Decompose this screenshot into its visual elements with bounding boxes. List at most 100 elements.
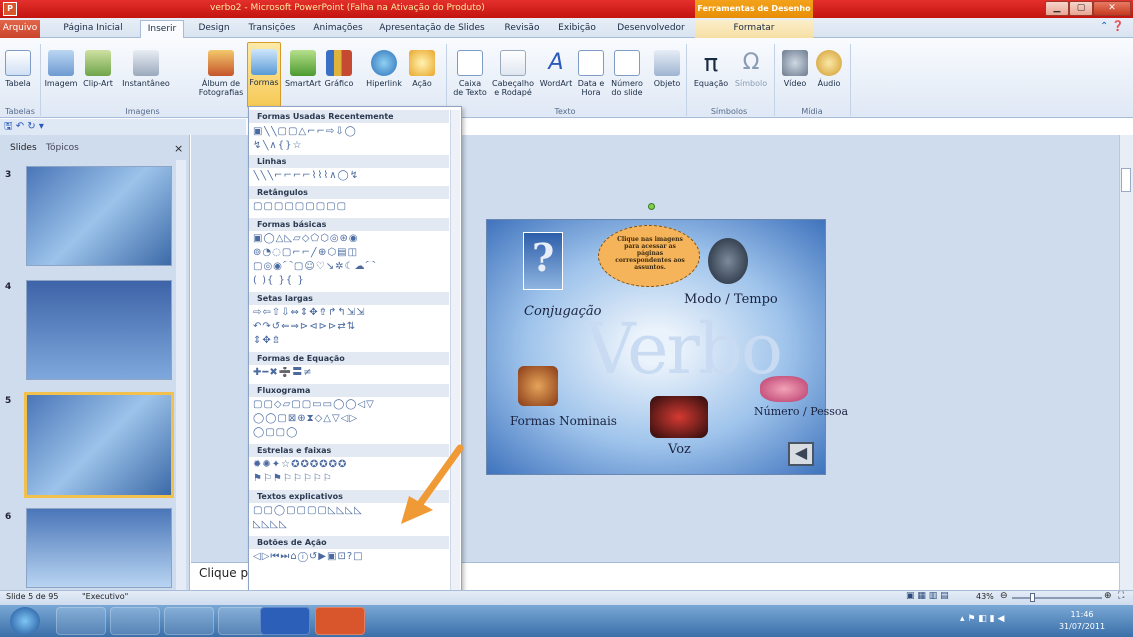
chart-button[interactable]: Gráfico — [322, 50, 356, 88]
help-icon[interactable]: ⌃ ❓ — [1100, 21, 1124, 32]
zoom-in-icon[interactable]: ⊕ — [1104, 591, 1112, 601]
powerpoint-app-icon[interactable]: P — [3, 2, 17, 16]
formas-nominais-label[interactable]: Formas Nominais — [510, 414, 617, 428]
shapes-row[interactable]: ◁▷⏮⏭⌂ⓘ↺▶▣⊡?□ — [253, 551, 448, 562]
group-label-texto: Texto — [554, 107, 576, 116]
section-rectangles: Retângulos — [249, 186, 449, 199]
children-image[interactable] — [760, 376, 808, 402]
shapes-row[interactable]: ▣◯△◺▱◇⬠⬡◎⊛◉ — [253, 233, 448, 244]
slide-thumbnail-6[interactable] — [26, 508, 172, 588]
tab-formatar[interactable]: Formatar — [695, 20, 813, 38]
clipart-button[interactable]: Clip-Art — [80, 50, 116, 88]
shapes-row[interactable]: ◯▢▢◯ — [253, 427, 448, 438]
tab-exibicao[interactable]: Exibição — [552, 20, 602, 38]
panel-scrollbar[interactable] — [176, 160, 186, 590]
screenshot-button[interactable]: Instantâneo — [118, 50, 174, 88]
minimize-button[interactable]: ▁ — [1045, 1, 1069, 16]
speaker-icon — [816, 50, 842, 76]
action-button[interactable]: Ação — [408, 50, 436, 88]
equation-button[interactable]: π Equação — [692, 50, 730, 88]
tab-transicoes[interactable]: Transições — [244, 20, 300, 38]
voz-label[interactable]: Voz — [668, 442, 691, 457]
tab-apresentacao[interactable]: Apresentação de Slides — [376, 20, 488, 38]
ribbon-separator — [850, 44, 851, 116]
quick-access-toolbar[interactable]: 🖫 ↶ ↻ ▾ — [0, 119, 246, 135]
theme-name: "Executivo" — [82, 592, 129, 601]
zoom-out-icon[interactable]: ⊖ — [1000, 591, 1008, 601]
slide-thumbnail-4[interactable] — [26, 280, 172, 380]
start-button[interactable] — [10, 607, 40, 635]
slide-number-button[interactable]: Número do slide — [608, 50, 646, 97]
shapes-row[interactable]: ▢▢◇▱▢▢▭▭◯◯◁▽ — [253, 399, 448, 410]
clock-image[interactable] — [708, 238, 748, 284]
tab-pagina-inicial[interactable]: Página Inicial — [58, 20, 128, 38]
shapes-button[interactable]: Formas — [247, 42, 281, 108]
hyperlink-button[interactable]: Hiperlink — [364, 50, 404, 88]
wordart-button[interactable]: A WordArt — [538, 50, 574, 88]
close-button[interactable]: ✕ — [1093, 1, 1131, 16]
shapes-row[interactable]: ↯╲∧{}☆ — [253, 140, 448, 151]
save-icon[interactable]: 🖫 — [4, 121, 13, 132]
zoom-level[interactable]: 43% — [976, 592, 994, 601]
shapes-row[interactable]: ╲╲╲⌐⌐⌐⌐⌇⌇⌇∧◯↯ — [253, 170, 448, 181]
slide-thumbnail-5[interactable] — [24, 392, 174, 498]
shapes-row[interactable]: ▢◎◉⌒▢☺♡↘✲☾☁⌒ — [253, 261, 448, 272]
image-button[interactable]: Imagem — [44, 50, 78, 88]
slide-thumbnail-3[interactable] — [26, 166, 172, 266]
table-button[interactable]: Tabela — [2, 50, 34, 88]
wordart-icon: A — [548, 50, 564, 75]
shapes-row[interactable]: ↶↷↺⇐⇒⊳⊲⊳⊳⇄⇅ — [253, 321, 448, 332]
date-time-button[interactable]: Data e Hora — [576, 50, 606, 97]
audio-button[interactable]: Áudio — [814, 50, 844, 88]
object-button[interactable]: Objeto — [650, 50, 684, 88]
smartart-button[interactable]: SmartArt — [284, 50, 322, 88]
close-panel-icon[interactable]: × — [174, 142, 183, 155]
shapes-row[interactable]: ⇕✥⇯ — [253, 335, 448, 346]
symbol-button[interactable]: Ω Símbolo — [732, 50, 770, 88]
back-arrow-button[interactable]: ◀ — [788, 442, 814, 466]
reading-man-image[interactable] — [518, 366, 558, 406]
tab-animacoes[interactable]: Animações — [310, 20, 366, 38]
shapes-row[interactable]: ◯◯▢⊠⊕⧗◇△▽◁▷ — [253, 413, 448, 424]
redo-icon[interactable]: ↻ — [27, 121, 35, 132]
tab-desenvolvedor[interactable]: Desenvolvedor — [612, 20, 690, 38]
zoom-slider-thumb[interactable] — [1030, 593, 1035, 602]
tab-arquivo[interactable]: Arquivo — [0, 20, 40, 38]
shapes-row[interactable]: ▢▢▢▢▢▢▢▢▢ — [253, 201, 448, 212]
singers-image[interactable] — [650, 396, 708, 438]
customize-qat-icon[interactable]: ▾ — [39, 121, 44, 132]
vertical-scrollbar[interactable] — [1119, 135, 1133, 590]
taskbar-powerpoint-icon[interactable] — [315, 607, 365, 635]
photo-album-button[interactable]: Álbum de Fotografias — [198, 50, 244, 97]
maximize-button[interactable]: ▢ — [1069, 1, 1093, 16]
tab-slides[interactable]: Slides — [10, 143, 37, 153]
taskbar-outlook-icon[interactable] — [56, 607, 106, 635]
view-buttons[interactable]: ▣ ▦ ▥ ▤ — [906, 591, 949, 601]
taskbar-folder-icon[interactable] — [164, 607, 214, 635]
shapes-row[interactable]: ⊚◔◌▢⌐⌐╱⊕⬡▤◫ — [253, 247, 448, 258]
shapes-row[interactable]: ✚━✖➗〓≠ — [253, 367, 448, 378]
zoom-slider[interactable] — [1012, 597, 1102, 599]
numero-pessoa-label[interactable]: Número / Pessoa — [754, 405, 848, 418]
tab-inserir[interactable]: Inserir — [140, 20, 184, 38]
slide-title[interactable]: Verbo — [585, 308, 783, 390]
tab-design[interactable]: Design — [194, 20, 234, 38]
video-button[interactable]: Vídeo — [780, 50, 810, 88]
undo-icon[interactable]: ↶ — [16, 121, 24, 132]
shapes-row[interactable]: ▣╲╲▢▢△⌐⌐⇨⇩◯ — [253, 126, 448, 137]
textbox-button[interactable]: Caixa de Texto — [450, 50, 490, 97]
film-icon — [782, 50, 808, 76]
group-label-imagens: Imagens — [125, 107, 160, 116]
shapes-row[interactable]: ⇨⇦⇧⇩⇔⇕✥⇮↱↰⇲⇲ — [253, 307, 448, 318]
modo-tempo-label[interactable]: Modo / Tempo — [684, 292, 778, 307]
taskbar-ie-icon[interactable] — [110, 607, 160, 635]
system-tray-icons[interactable]: ▴ ⚑ ◧ ▮ ◀ — [960, 614, 1004, 624]
rotation-handle[interactable] — [648, 203, 655, 210]
shapes-row[interactable]: ( ){ }{ } — [253, 275, 448, 286]
tab-topicos[interactable]: Tópicos — [46, 143, 79, 153]
tab-revisao[interactable]: Revisão — [500, 20, 544, 38]
taskbar-word-icon[interactable] — [260, 607, 310, 635]
scroll-thumb[interactable] — [1121, 168, 1131, 192]
header-footer-button[interactable]: Cabeçalho e Rodapé — [490, 50, 536, 97]
fit-slide-icon[interactable]: ⛶ — [1118, 591, 1124, 601]
